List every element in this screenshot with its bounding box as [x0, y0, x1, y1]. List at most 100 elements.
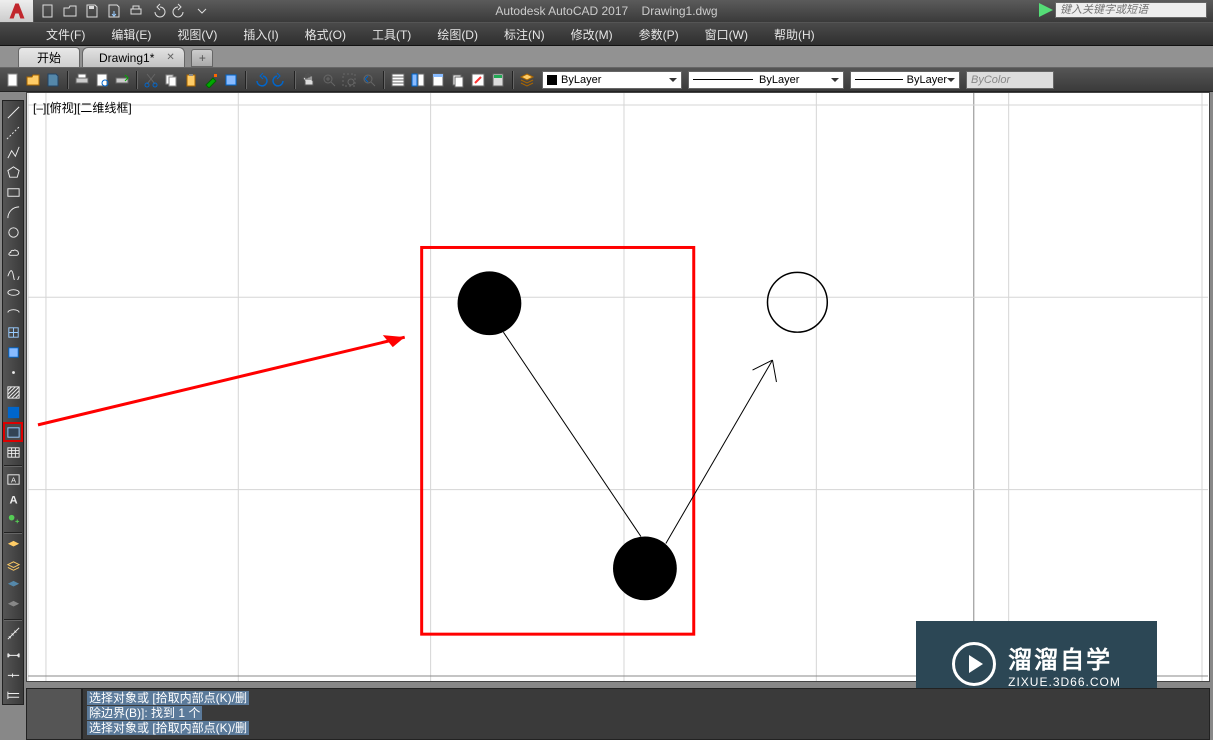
close-icon[interactable]: ✕	[166, 52, 176, 62]
new-file-icon[interactable]	[4, 71, 22, 89]
save-icon[interactable]	[84, 3, 100, 19]
rectangle-icon[interactable]	[4, 183, 22, 201]
app-logo[interactable]	[0, 0, 34, 22]
measure-icon[interactable]	[4, 624, 22, 642]
table-icon[interactable]	[4, 443, 22, 461]
new-icon[interactable]	[40, 3, 56, 19]
revcloud-icon[interactable]	[4, 243, 22, 261]
layer-text: ByLayer	[561, 74, 601, 86]
point-icon[interactable]	[4, 363, 22, 381]
menu-modify[interactable]: 修改(M)	[565, 24, 619, 45]
redo-tb-icon[interactable]	[271, 71, 289, 89]
layer-iso-icon[interactable]	[4, 577, 22, 595]
undo-icon[interactable]	[150, 3, 166, 19]
polyline-icon[interactable]	[4, 143, 22, 161]
layout-tabs[interactable]	[26, 688, 82, 740]
print-icon[interactable]	[128, 3, 144, 19]
layer-manager-icon[interactable]	[4, 537, 22, 555]
menu-window[interactable]: 窗口(W)	[699, 24, 754, 45]
pan-icon[interactable]	[300, 71, 318, 89]
zoom-window-icon[interactable]	[340, 71, 358, 89]
layer-states-icon[interactable]	[4, 557, 22, 575]
layer-dropdown[interactable]: ByLayer	[542, 71, 682, 89]
menu-insert[interactable]: 插入(I)	[237, 24, 284, 45]
copy-icon[interactable]	[162, 71, 180, 89]
paste-icon[interactable]	[182, 71, 200, 89]
saveas-icon[interactable]	[106, 3, 122, 19]
ellipse-icon[interactable]	[4, 283, 22, 301]
sheet-set-icon[interactable]	[449, 71, 467, 89]
grid	[28, 93, 1208, 681]
design-center-icon[interactable]	[409, 71, 427, 89]
chevron-down-icon	[669, 78, 677, 86]
qat-dropdown-icon[interactable]	[194, 3, 210, 19]
hatch-icon[interactable]	[4, 383, 22, 401]
plot-icon[interactable]	[73, 71, 91, 89]
dim-baseline-icon[interactable]	[4, 684, 22, 702]
svg-text:A: A	[9, 494, 17, 506]
ellipse-arc-icon[interactable]	[4, 303, 22, 321]
spline-icon[interactable]	[4, 263, 22, 281]
tab-start[interactable]: 开始	[18, 47, 80, 67]
menu-parametric[interactable]: 参数(P)	[633, 24, 685, 45]
open-file-icon[interactable]	[24, 71, 42, 89]
save-file-icon[interactable]	[44, 71, 62, 89]
menu-file[interactable]: 文件(F)	[40, 24, 91, 45]
menu-dimension[interactable]: 标注(N)	[498, 24, 551, 45]
undo-tb-icon[interactable]	[251, 71, 269, 89]
addselected-icon[interactable]	[4, 510, 22, 528]
print-preview-icon[interactable]	[93, 71, 111, 89]
tab-add[interactable]: +	[191, 49, 213, 67]
line-icon[interactable]	[4, 103, 22, 121]
menu-format[interactable]: 格式(O)	[299, 24, 352, 45]
layer-off-icon[interactable]	[4, 597, 22, 615]
mtext-icon[interactable]: A	[4, 470, 22, 488]
command-area: 选择对象或 [拾取内部点(K)/删 除边界(B)]: 找到 1 个 选择对象或 …	[26, 680, 1210, 740]
layer-props-icon[interactable]	[518, 71, 536, 89]
file-name: Drawing1.dwg	[642, 4, 718, 18]
insert-block-icon[interactable]	[4, 323, 22, 341]
command-history[interactable]: 选择对象或 [拾取内部点(K)/删 除边界(B)]: 找到 1 个 选择对象或 …	[82, 688, 1210, 740]
menu-edit[interactable]: 编辑(E)	[105, 24, 157, 45]
lineweight-preview	[855, 79, 903, 80]
markup-icon[interactable]	[469, 71, 487, 89]
chevron-down-icon	[831, 78, 839, 86]
open-icon[interactable]	[62, 3, 78, 19]
tool-palettes-icon[interactable]	[429, 71, 447, 89]
color-text: ByColor	[971, 74, 1010, 86]
make-block-icon[interactable]	[4, 343, 22, 361]
dimension-icon[interactable]	[4, 644, 22, 662]
polygon-icon[interactable]	[4, 163, 22, 181]
linetype-dropdown[interactable]: ByLayer	[688, 71, 844, 89]
publish-icon[interactable]	[113, 71, 131, 89]
lineweight-dropdown[interactable]: ByLayer	[850, 71, 960, 89]
menu-help[interactable]: 帮助(H)	[768, 24, 821, 45]
region-icon[interactable]	[4, 423, 22, 441]
text-icon[interactable]: A	[4, 490, 22, 508]
menu-view[interactable]: 视图(V)	[171, 24, 223, 45]
search-input[interactable]	[1055, 2, 1207, 18]
zoom-previous-icon[interactable]	[360, 71, 378, 89]
color-dropdown[interactable]: ByColor	[966, 71, 1054, 89]
zoom-realtime-icon[interactable]	[320, 71, 338, 89]
gradient-icon[interactable]	[4, 403, 22, 421]
circle-icon[interactable]	[4, 223, 22, 241]
cut-icon[interactable]	[142, 71, 160, 89]
menu-tools[interactable]: 工具(T)	[366, 24, 417, 45]
match-prop-icon[interactable]	[202, 71, 220, 89]
quickcalc-icon[interactable]	[489, 71, 507, 89]
menu-bar: 文件(F) 编辑(E) 视图(V) 插入(I) 格式(O) 工具(T) 绘图(D…	[0, 22, 1213, 46]
menu-draw[interactable]: 绘图(D)	[431, 24, 484, 45]
redo-icon[interactable]	[172, 3, 188, 19]
viewport-label[interactable]: [–][俯视][二维线框]	[33, 99, 132, 116]
cmd-line: 除边界(B)]: 找到 1 个	[87, 706, 202, 720]
drawing-canvas[interactable]: [–][俯视][二维线框]	[26, 92, 1210, 682]
linetype-preview	[693, 79, 753, 80]
construction-line-icon[interactable]	[4, 123, 22, 141]
arc-icon[interactable]	[4, 203, 22, 221]
linetype-text: ByLayer	[759, 74, 799, 86]
block-editor-icon[interactable]	[222, 71, 240, 89]
properties-icon[interactable]	[389, 71, 407, 89]
tab-drawing[interactable]: Drawing1* ✕	[82, 47, 185, 67]
dim-continue-icon[interactable]	[4, 664, 22, 682]
